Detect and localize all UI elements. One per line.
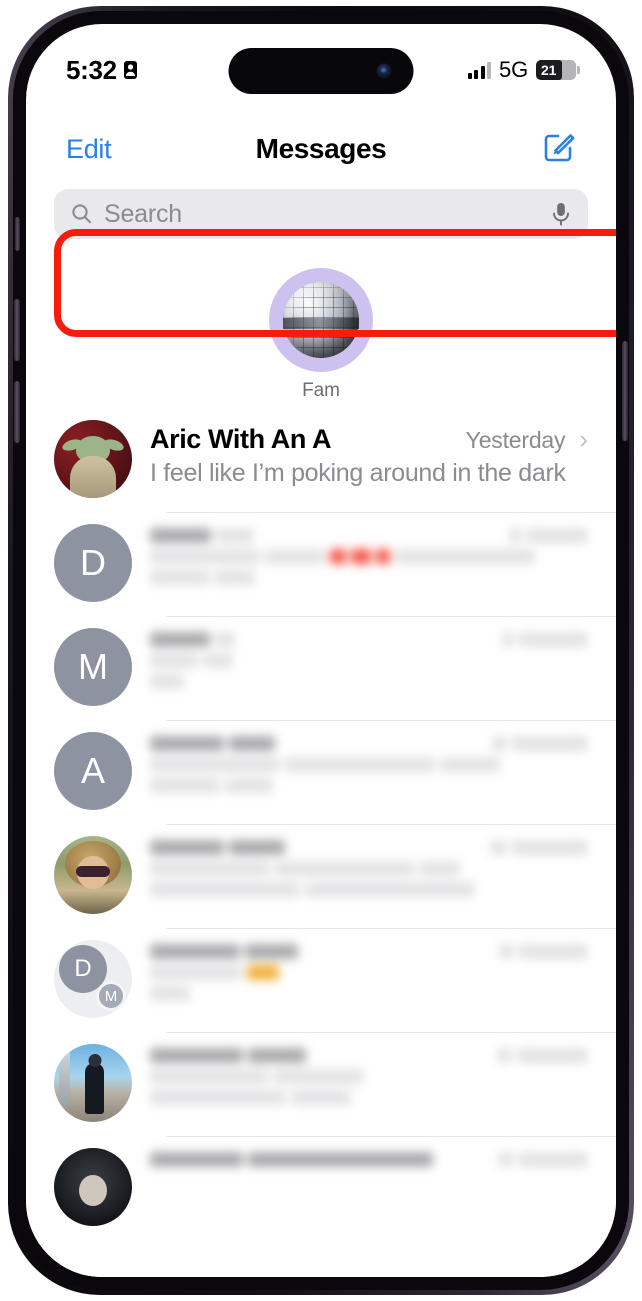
conversation-preview: I feel like I’m poking around in the dar… [150,459,566,487]
avatar [54,1044,132,1122]
conversation-content-redacted [150,836,588,903]
conversation-row-redacted-7[interactable] [26,1136,616,1240]
battery-level-label: 21 [541,62,557,78]
conversation-row-redacted-4[interactable] [26,824,616,928]
microphone-icon[interactable] [550,201,572,227]
avatar [54,420,132,498]
status-bar-left: 5:32 [66,55,138,86]
location-arrow-icon [123,61,137,79]
avatar [269,268,373,372]
avatar [54,1148,132,1226]
avatar [54,836,132,914]
power-button[interactable] [622,341,628,441]
search-input[interactable]: Search [104,200,540,229]
conversation-timestamp: Yesterday [465,427,566,453]
phone-screen: 5:32 5G 21 Edit Messages Search Fam Aric… [26,24,616,1277]
avatar-initial-secondary: M [96,981,126,1011]
dynamic-island[interactable] [228,48,414,94]
cellular-signal-icon [467,61,492,79]
compose-message-button[interactable] [542,130,576,169]
conversation-row-redacted-6[interactable] [26,1032,616,1136]
conversation-name: Aric With An A [150,424,332,454]
search-icon [72,204,92,224]
status-bar-right: 5G 21 [467,57,580,83]
avatar-initial: D [80,542,106,583]
edit-button[interactable]: Edit [66,134,112,165]
compose-message-icon [544,133,575,161]
search-bar[interactable]: Search [54,189,588,239]
avatar: A [54,732,132,810]
conversation-list[interactable]: Fam Aric With An A Yesterday › I feel li… [26,252,616,1277]
conversation-content-redacted [150,940,588,1007]
front-camera-icon [376,63,392,79]
page-title: Messages [255,133,387,164]
conversation-content-redacted [150,1148,588,1173]
conversation-content-redacted [150,524,588,591]
volume-down-button[interactable] [14,381,20,443]
navigation-bar: Edit Messages [26,120,616,178]
status-time: 5:32 [66,54,117,85]
conversation-row-aric[interactable]: Aric With An A Yesterday › I feel like I… [26,408,616,512]
avatar-initial: A [80,750,105,791]
battery-icon: 21 [536,60,580,80]
pinned-conversations-section: Fam [26,252,616,408]
conversation-row-redacted-5[interactable]: D M [26,928,616,1032]
avatar: D M [54,940,132,1018]
pinned-conversation-fam[interactable]: Fam [251,268,391,402]
conversation-header: Aric With An A Yesterday › [150,424,588,455]
chevron-right-icon: › [579,424,588,454]
pinned-conversation-label: Fam [302,380,340,401]
volume-up-button[interactable] [14,299,20,361]
phone-device-frame: 5:32 5G 21 Edit Messages Search Fam Aric… [8,6,634,1295]
conversation-row-redacted-2[interactable]: M [26,616,616,720]
network-type-label: 5G [499,57,528,82]
avatar: D [54,524,132,602]
conversation-content-redacted [150,628,589,695]
disco-ball-icon [283,282,359,358]
avatar-initial: M [78,646,108,687]
conversation-content-redacted [150,1044,588,1111]
conversation-content: Aric With An A Yesterday › I feel like I… [150,420,588,488]
conversation-row-redacted-3[interactable]: A [26,720,616,824]
list-bottom-edge [26,1271,616,1277]
conversation-row-redacted-1[interactable]: D [26,512,616,616]
avatar: M [54,628,132,706]
conversation-content-redacted [150,732,588,799]
silent-switch-button[interactable] [15,217,20,251]
phone-bezel: 5:32 5G 21 Edit Messages Search Fam Aric… [13,11,629,1290]
